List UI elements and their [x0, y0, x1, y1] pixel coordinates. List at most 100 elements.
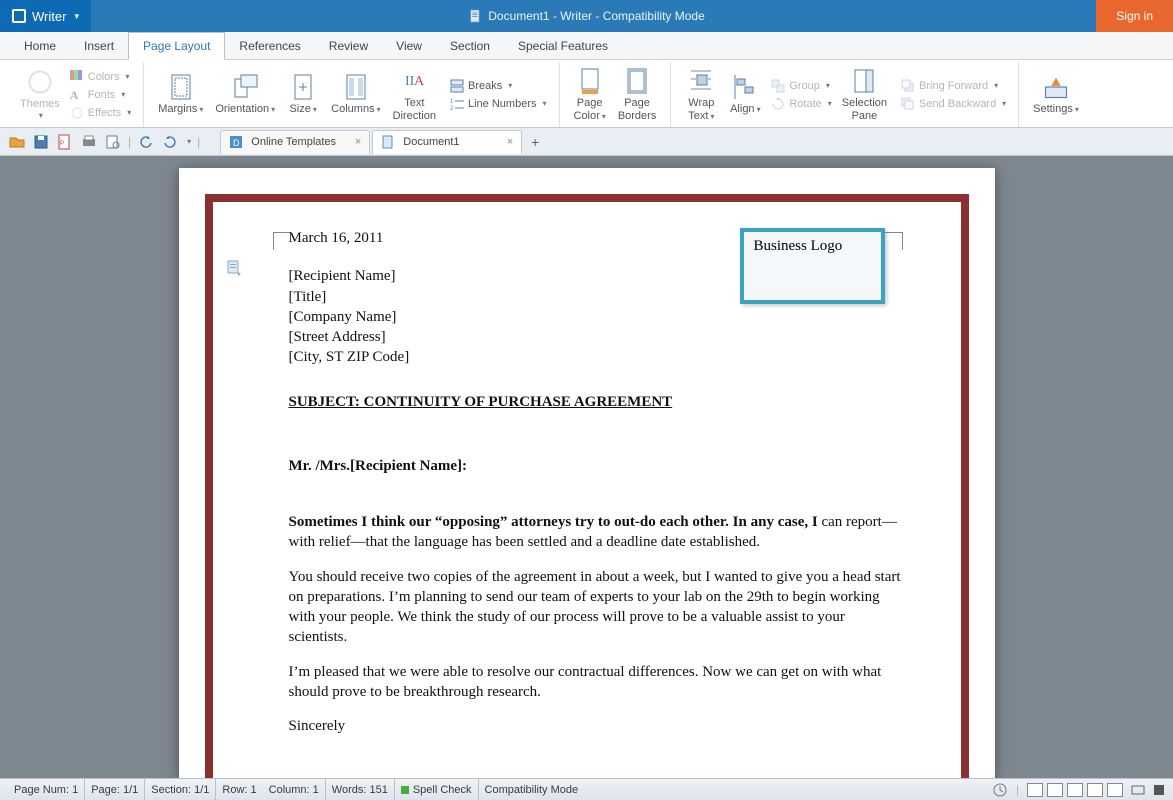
status-spellcheck[interactable]: Spell Check: [395, 779, 479, 800]
close-tab-icon[interactable]: ×: [507, 136, 513, 148]
new-tab-button[interactable]: +: [524, 131, 546, 153]
bring-forward-button[interactable]: Bring Forward▾: [897, 78, 1010, 94]
view-outline[interactable]: [1087, 783, 1103, 797]
menu-bar: Home Insert Page Layout References Revie…: [0, 32, 1173, 60]
selection-pane-icon: [850, 67, 878, 95]
subject-line: SUBJECT: CONTINUITY OF PURCHASE AGREEMEN…: [289, 392, 905, 412]
line-numbers-button[interactable]: 12Line Numbers▾: [446, 96, 551, 112]
tab-special-features[interactable]: Special Features: [504, 32, 622, 59]
status-compat[interactable]: Compatibility Mode: [479, 779, 585, 800]
tab-home[interactable]: Home: [10, 32, 70, 59]
group-button[interactable]: Group▾: [767, 78, 835, 94]
status-row[interactable]: Row: 1: [216, 779, 262, 800]
margins-button[interactable]: Margins▾: [152, 71, 209, 117]
effects-button[interactable]: Effects▾: [66, 105, 135, 121]
orientation-icon: [231, 73, 259, 101]
quick-access-bar: P | ▾ | D Online Templates × Document1 ×…: [0, 128, 1173, 156]
margins-icon: [167, 73, 195, 101]
svg-text:P: P: [60, 141, 64, 147]
status-section[interactable]: Section: 1/1: [145, 779, 216, 800]
recipient-name: [Recipient Name]: [289, 266, 905, 286]
colors-icon: [70, 70, 84, 84]
print-preview-icon: [105, 134, 121, 150]
orientation-button[interactable]: Orientation▾: [209, 71, 281, 117]
view-web-layout[interactable]: [1067, 783, 1083, 797]
send-backward-icon: [901, 97, 915, 111]
doc-tab-templates[interactable]: D Online Templates ×: [220, 130, 370, 154]
chevron-down-icon: ▾: [74, 11, 79, 22]
app-menu-button[interactable]: Writer ▾: [0, 0, 91, 32]
align-button[interactable]: Align▾: [723, 71, 767, 117]
colors-button[interactable]: Colors▾: [66, 69, 135, 85]
undo-button[interactable]: [137, 133, 155, 151]
paragraph-4: Sincerely: [289, 716, 905, 736]
effects-icon: [70, 106, 84, 120]
line-numbers-icon: 12: [450, 97, 464, 111]
status-words[interactable]: Words: 151: [326, 779, 395, 800]
view-full-screen[interactable]: [1047, 783, 1063, 797]
breaks-button[interactable]: Breaks▾: [446, 78, 551, 94]
page-color-icon: [576, 67, 604, 95]
selection-pane-button[interactable]: Selection Pane: [836, 65, 893, 123]
text-direction-button[interactable]: IIAText Direction: [387, 65, 442, 123]
date-line: March 16, 2011: [289, 228, 905, 248]
tab-section[interactable]: Section: [436, 32, 504, 59]
view-reading[interactable]: [1107, 783, 1123, 797]
greeting: Mr. /Mrs.[Recipient Name]:: [289, 456, 905, 476]
settings-icon: [1042, 73, 1070, 101]
svg-text:1: 1: [450, 99, 454, 105]
redo-button[interactable]: [161, 133, 179, 151]
wrap-text-button[interactable]: Wrap Text▾: [679, 65, 723, 123]
close-tab-icon[interactable]: ×: [355, 136, 361, 148]
document-body[interactable]: March 16, 2011 [Recipient Name] [Title] …: [289, 228, 905, 736]
app-logo-icon: [12, 9, 26, 23]
size-button[interactable]: Size▾: [281, 71, 325, 117]
app-name: Writer: [32, 9, 66, 24]
columns-button[interactable]: Columns▾: [325, 71, 386, 117]
history-icon[interactable]: [992, 782, 1008, 798]
signin-button[interactable]: Sign in: [1096, 0, 1173, 32]
status-page[interactable]: Page: 1/1: [85, 779, 145, 800]
wrap-text-icon: [687, 67, 715, 95]
send-backward-button[interactable]: Send Backward▾: [897, 96, 1010, 112]
doc-tab-document1[interactable]: Document1 ×: [372, 130, 522, 154]
themes-button[interactable]: Themes▾: [14, 66, 66, 123]
save-button[interactable]: [32, 133, 50, 151]
status-column[interactable]: Column: 1: [263, 779, 326, 800]
page-borders-button[interactable]: Page Borders: [612, 65, 663, 123]
rotate-button[interactable]: Rotate▾: [767, 96, 835, 112]
tab-review[interactable]: Review: [315, 32, 382, 59]
pdf-icon: P: [57, 134, 73, 150]
settings-button[interactable]: Settings▾: [1027, 71, 1085, 117]
workspace[interactable]: Business Logo March 16, 2011 [Recipient …: [0, 156, 1173, 778]
recipient-company: [Company Name]: [289, 307, 905, 327]
themes-icon: [26, 68, 54, 96]
print-button[interactable]: [80, 133, 98, 151]
recipient-city: [City, ST ZIP Code]: [289, 347, 905, 367]
zoom-fit-icon[interactable]: [1153, 784, 1165, 796]
title-bar: Writer ▾ Document1 - Writer - Compatibil…: [0, 0, 1173, 32]
tab-page-layout[interactable]: Page Layout: [128, 32, 225, 60]
group-icon: [771, 79, 785, 93]
tab-view[interactable]: View: [382, 32, 436, 59]
spellcheck-indicator-icon: [401, 786, 409, 794]
print-preview-button[interactable]: [104, 133, 122, 151]
qat-more[interactable]: ▾: [187, 137, 191, 146]
document-tabs: D Online Templates × Document1 × +: [220, 130, 546, 154]
open-button[interactable]: [8, 133, 26, 151]
page-color-button[interactable]: Page Color▾: [568, 65, 612, 123]
paragraph-3: I’m pleased that we were able to resolve…: [289, 662, 905, 703]
size-icon: [289, 73, 317, 101]
status-pagenum[interactable]: Page Num: 1: [8, 779, 85, 800]
pdf-button[interactable]: P: [56, 133, 74, 151]
document-icon: [468, 9, 482, 23]
ribbon-group-settings: Settings▾: [1019, 62, 1093, 127]
align-icon: [731, 73, 759, 101]
view-print-layout[interactable]: [1027, 783, 1043, 797]
fonts-button[interactable]: AFonts▾: [66, 87, 135, 103]
tab-insert[interactable]: Insert: [70, 32, 128, 59]
paragraph-mark-icon[interactable]: [227, 260, 241, 276]
svg-text:D: D: [233, 138, 240, 148]
tab-references[interactable]: References: [225, 32, 314, 59]
fit-width-icon[interactable]: [1131, 783, 1145, 797]
